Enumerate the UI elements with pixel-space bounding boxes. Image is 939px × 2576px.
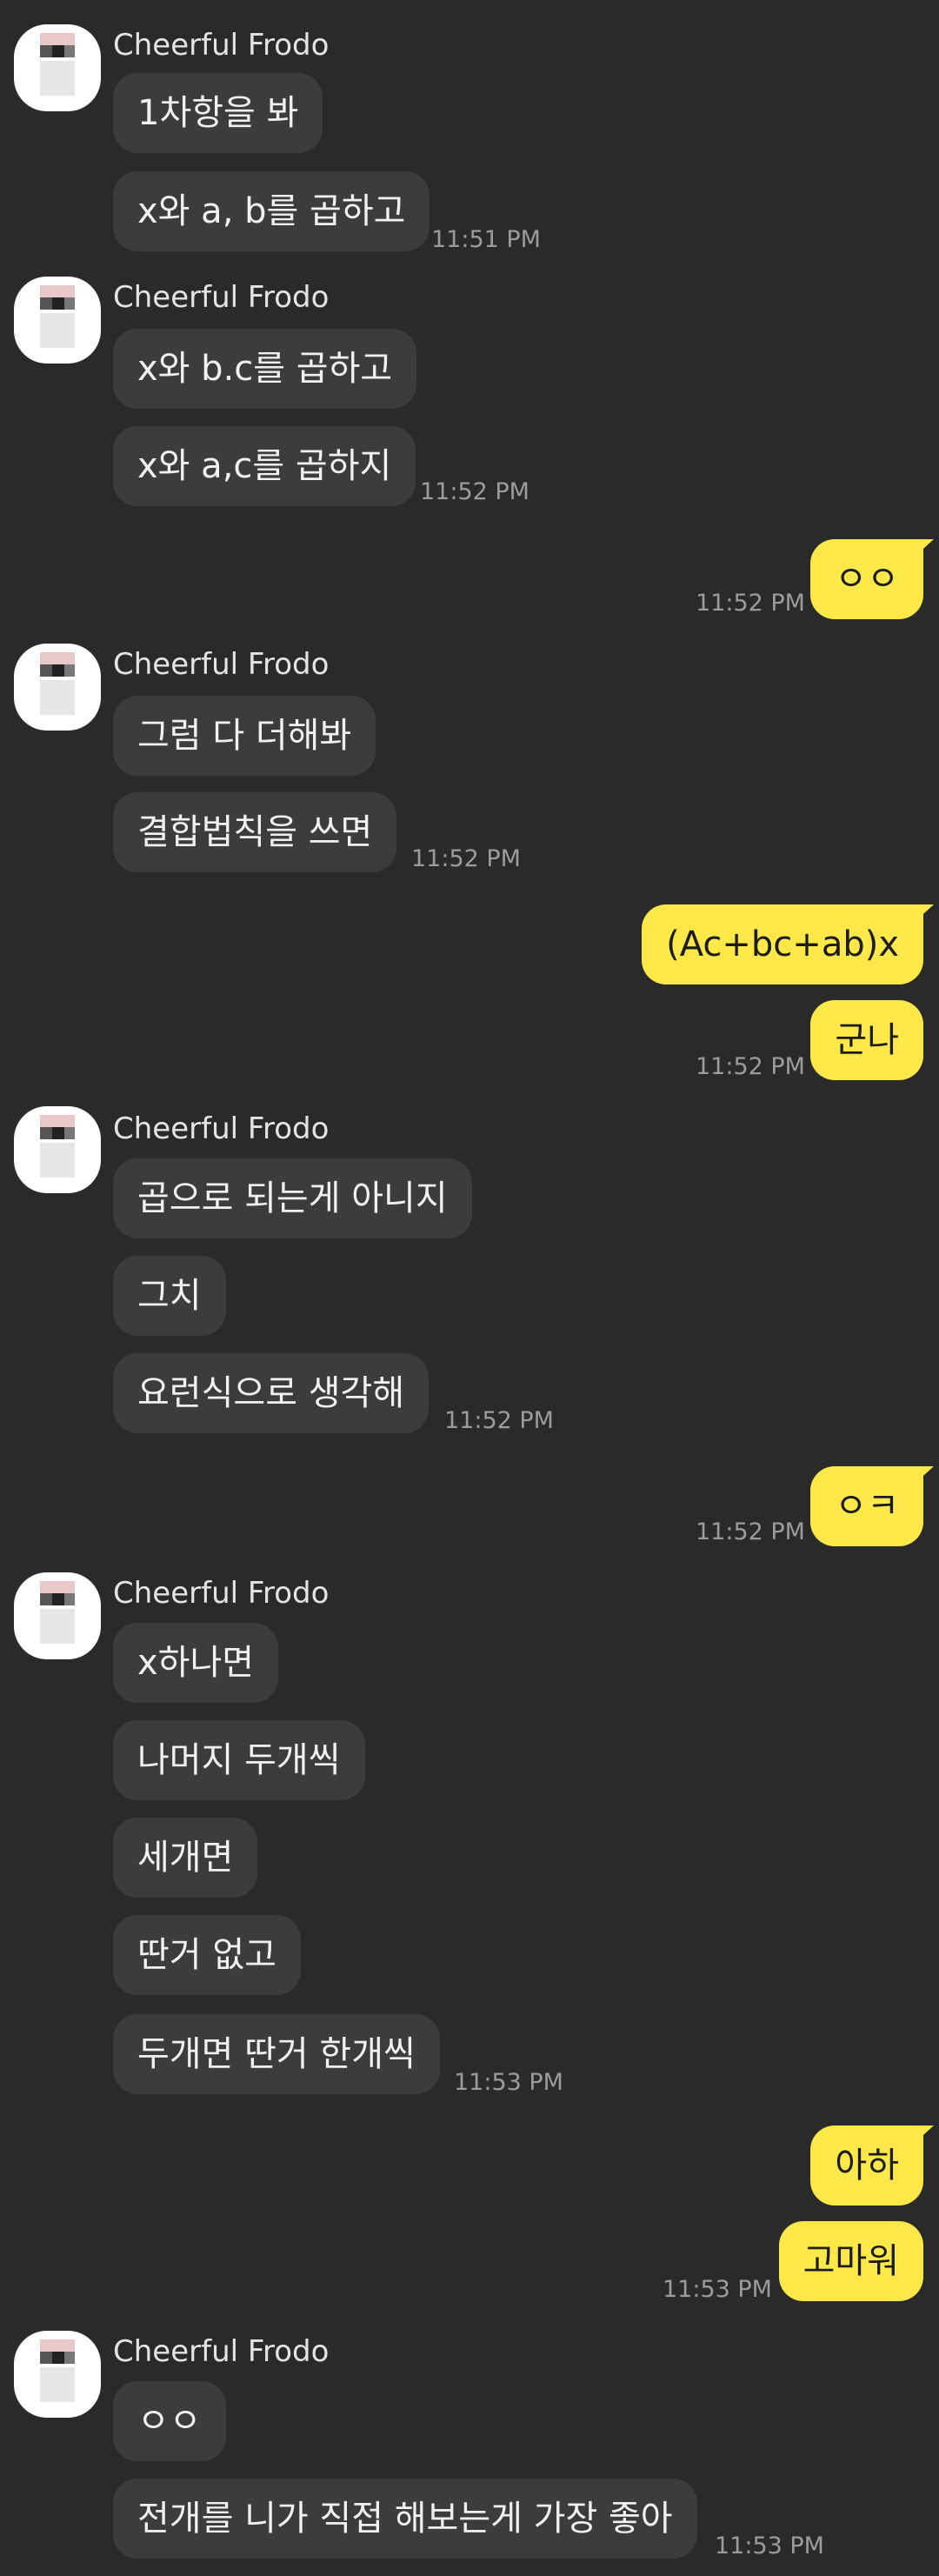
my-message-bubble[interactable]: 군나 <box>810 1000 923 1080</box>
sender-name: Cheerful Frodo <box>113 1111 330 1146</box>
message-bubble[interactable]: 결합법칙을 쓰면 <box>113 792 397 872</box>
message-bubble[interactable]: ㅇㅇ <box>113 2381 226 2461</box>
message-timestamp: 11:53 PM <box>663 2276 772 2303</box>
sender-name: Cheerful Frodo <box>113 2334 330 2369</box>
message-timestamp: 11:53 PM <box>454 2069 563 2096</box>
message-bubble[interactable]: 요런식으로 생각해 <box>113 1353 430 1433</box>
sender-avatar[interactable] <box>14 2331 101 2418</box>
chat-message-list[interactable]: Cheerful Frodo 1차항을 봐 x와 a, b를 곱하고 11:51… <box>0 0 939 2576</box>
message-bubble[interactable]: x하나면 <box>113 1623 279 1703</box>
message-bubble[interactable]: x와 a,c를 곱하지 <box>113 426 416 506</box>
sender-name: Cheerful Frodo <box>113 647 330 682</box>
message-bubble[interactable]: 그치 <box>113 1256 226 1336</box>
message-bubble[interactable]: 두개면 딴거 한개씩 <box>113 2014 440 2094</box>
sender-name: Cheerful Frodo <box>113 28 330 63</box>
sender-name: Cheerful Frodo <box>113 280 330 315</box>
sender-avatar[interactable] <box>14 24 101 111</box>
message-bubble[interactable]: x와 b.c를 곱하고 <box>113 329 417 409</box>
message-bubble[interactable]: x와 a, b를 곱하고 <box>113 171 430 251</box>
message-bubble[interactable]: 세개면 <box>113 1818 258 1898</box>
sender-avatar[interactable] <box>14 1106 101 1193</box>
message-bubble[interactable]: 곱으로 되는게 아니지 <box>113 1158 472 1238</box>
sender-avatar[interactable] <box>14 277 101 364</box>
my-message-bubble[interactable]: ㅇㅋ <box>810 1466 934 1546</box>
message-timestamp: 11:51 PM <box>431 226 541 253</box>
message-timestamp: 11:52 PM <box>444 1407 554 1434</box>
message-timestamp: 11:52 PM <box>696 590 805 617</box>
message-timestamp: 11:52 PM <box>420 478 529 505</box>
message-timestamp: 11:52 PM <box>696 1053 805 1080</box>
message-timestamp: 11:53 PM <box>715 2533 824 2559</box>
message-bubble[interactable]: 1차항을 봐 <box>113 73 323 153</box>
my-message-bubble[interactable]: (Ac+bc+ab)x <box>642 904 934 984</box>
message-bubble[interactable]: 나머지 두개씩 <box>113 1720 365 1800</box>
message-bubble[interactable]: 전개를 니가 직접 해보는게 가장 좋아 <box>113 2479 697 2559</box>
my-message-bubble[interactable]: 아하 <box>810 2126 934 2206</box>
sender-avatar[interactable] <box>14 644 101 731</box>
sender-name: Cheerful Frodo <box>113 1576 330 1611</box>
message-bubble[interactable]: 그럼 다 더해봐 <box>113 696 376 776</box>
message-timestamp: 11:52 PM <box>696 1518 805 1545</box>
message-bubble[interactable]: 딴거 없고 <box>113 1915 301 1995</box>
my-message-bubble[interactable]: ㅇㅇ <box>810 539 934 619</box>
message-timestamp: 11:52 PM <box>411 845 521 872</box>
my-message-bubble[interactable]: 고마워 <box>778 2221 923 2301</box>
sender-avatar[interactable] <box>14 1572 101 1659</box>
